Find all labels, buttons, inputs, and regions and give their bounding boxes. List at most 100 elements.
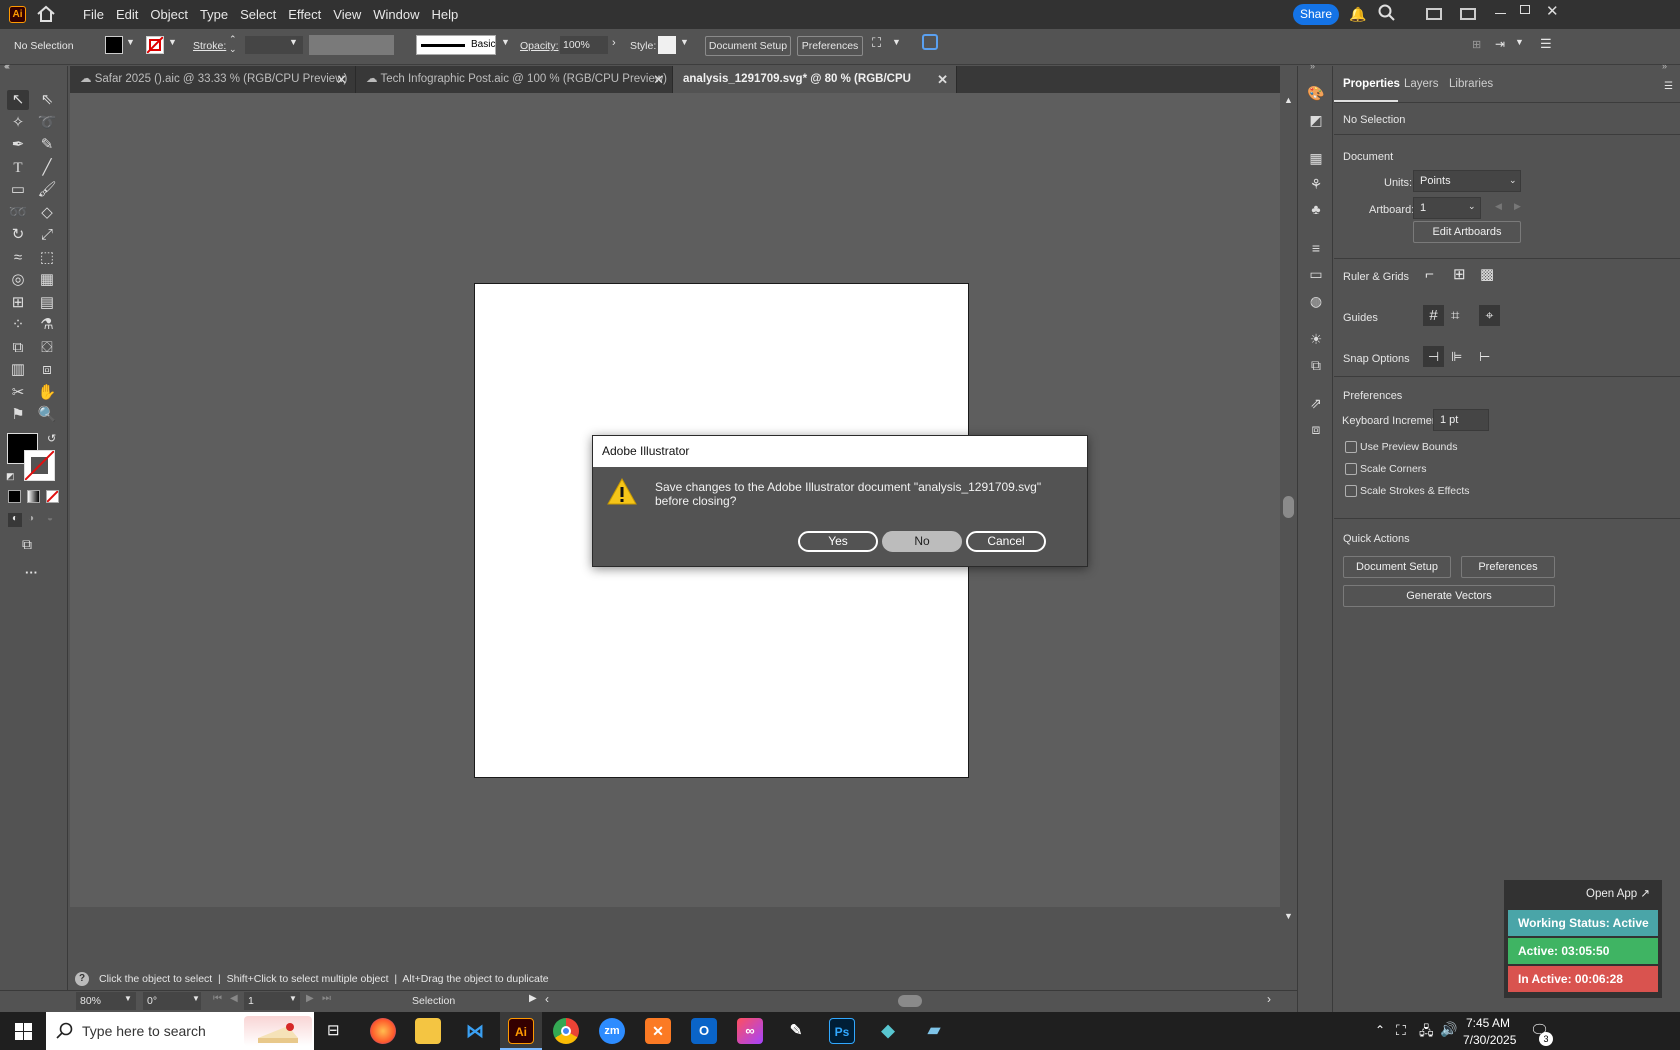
units-select[interactable]: Points xyxy=(1413,170,1521,192)
close-tab-icon[interactable]: ✕ xyxy=(336,66,347,93)
blend-tool-icon[interactable]: ⧉ xyxy=(7,338,29,358)
search-icon[interactable] xyxy=(1378,4,1396,25)
snap-to-pixel-icon[interactable]: ⊫ xyxy=(1451,346,1462,367)
last-artboard-icon[interactable]: ⏭ xyxy=(322,993,331,1004)
menu-edit[interactable]: Edit xyxy=(110,0,144,29)
pen-tool-icon[interactable]: ✒ xyxy=(7,135,29,155)
task-view-icon[interactable]: ⊟ xyxy=(327,1021,340,1039)
chevron-down-icon[interactable]: ▼ xyxy=(126,37,135,47)
chevron-down-icon[interactable]: ▼ xyxy=(680,37,689,47)
no-button[interactable]: No xyxy=(882,531,962,552)
symbol-sprayer-tool-icon[interactable]: ⁘ xyxy=(7,315,29,335)
taskbar-time[interactable]: 7:45 AM xyxy=(1466,1016,1510,1030)
horizontal-scroll-thumb[interactable] xyxy=(898,995,922,1007)
tab-tech-infographic[interactable]: ☁ Tech Infographic Post.aic @ 100 % (RGB… xyxy=(356,66,673,93)
generate-vectors-button[interactable]: Generate Vectors xyxy=(1343,585,1555,607)
artboards-panel-icon[interactable]: ⧈ xyxy=(1307,420,1325,438)
app-gem-icon[interactable]: ◆ xyxy=(875,1018,901,1044)
swatches-panel-icon[interactable]: ▦ xyxy=(1307,149,1325,167)
hand-tool-icon[interactable]: ✋ xyxy=(36,383,58,403)
gradient-tool-icon[interactable]: ▤ xyxy=(36,293,58,313)
tab-layers[interactable]: Layers xyxy=(1404,78,1439,90)
tray-app-icon[interactable]: ⛶ xyxy=(1396,1022,1406,1039)
chevron-down-icon[interactable]: ▼ xyxy=(289,37,298,47)
magic-wand-tool-icon[interactable]: ✧ xyxy=(7,113,29,133)
status-menu-icon[interactable]: ▶ xyxy=(529,993,537,1004)
collapse-panels-icon[interactable]: » xyxy=(1310,61,1315,71)
perspective-grid-tool-icon[interactable]: ▦ xyxy=(36,270,58,290)
minimize-window-icon[interactable] xyxy=(1495,13,1506,14)
menu-file[interactable]: File xyxy=(77,0,110,29)
photoshop-icon[interactable]: Ps xyxy=(829,1018,855,1044)
swap-colors-icon[interactable]: ↺ xyxy=(47,432,56,445)
live-paint-tool-icon[interactable]: ⛋ xyxy=(36,338,58,358)
ruler-icon[interactable]: ⌐ xyxy=(1425,266,1434,283)
opacity-input[interactable]: 100% xyxy=(560,36,608,54)
brushes-panel-icon[interactable]: ⚘ xyxy=(1307,175,1325,193)
color-mode-icon[interactable] xyxy=(8,490,21,503)
type-tool-icon[interactable]: T xyxy=(7,158,29,178)
document-setup-button[interactable]: Document Setup xyxy=(705,36,791,56)
panel-menu-icon[interactable]: ☰ xyxy=(1664,81,1673,92)
stroke-color-box[interactable] xyxy=(24,450,55,481)
brush-definition-select[interactable]: Basic xyxy=(416,35,496,55)
shaper-tool-icon[interactable]: ➿ xyxy=(7,203,29,223)
yes-button[interactable]: Yes xyxy=(798,531,878,552)
chevron-right-icon[interactable]: › xyxy=(612,37,616,49)
close-window-icon[interactable]: ✕ xyxy=(1546,2,1559,20)
snap-to-point-icon[interactable]: ⊣ xyxy=(1423,346,1444,367)
chevron-down-icon[interactable]: ⌄ xyxy=(1509,175,1517,186)
align-icon[interactable]: ⊞ xyxy=(1472,38,1481,51)
scroll-right-icon[interactable]: › xyxy=(1267,992,1271,1006)
tab-analysis-svg[interactable]: analysis_1291709.svg* @ 80 % (RGB/CPU Pr… xyxy=(673,66,957,112)
tab-safar-2025[interactable]: ☁ Safar 2025 ().aic @ 33.33 % (RGB/CPU P… xyxy=(70,66,356,93)
app-note-icon[interactable]: ▰ xyxy=(921,1018,947,1044)
scroll-down-icon[interactable]: ▼ xyxy=(1284,911,1293,921)
scale-corners-checkbox[interactable] xyxy=(1345,463,1357,475)
color-guide-icon[interactable]: ◩ xyxy=(1307,111,1325,129)
creative-cloud-icon[interactable]: ∞ xyxy=(737,1018,763,1044)
next-artboard-icon[interactable]: ▶ xyxy=(1514,201,1521,212)
draw-normal-icon[interactable]: ◐ xyxy=(8,513,22,527)
snap-to-glyph-icon[interactable]: ⊢ xyxy=(1479,346,1490,367)
windows-start-icon[interactable] xyxy=(15,1023,32,1043)
restore-window-icon[interactable] xyxy=(1520,5,1530,14)
width-tool-icon[interactable]: ≈ xyxy=(7,248,29,268)
taskbar-search-box[interactable]: Type here to search xyxy=(46,1012,314,1050)
qa-document-setup-button[interactable]: Document Setup xyxy=(1343,556,1451,578)
menu-effect[interactable]: Effect xyxy=(282,0,327,29)
arrange-documents-icon[interactable] xyxy=(1426,8,1442,20)
stroke-panel-icon[interactable]: ≡ xyxy=(1307,239,1325,257)
scroll-up-icon[interactable]: ▲ xyxy=(1284,95,1293,105)
edit-artboards-button[interactable]: Edit Artboards xyxy=(1413,221,1521,243)
zoom-app-icon[interactable]: zm xyxy=(599,1018,625,1044)
gradient-mode-icon[interactable] xyxy=(27,490,40,503)
illustrator-taskbar-icon[interactable]: Ai xyxy=(508,1018,534,1044)
transparency-grid-icon[interactable]: ▩ xyxy=(1480,265,1494,283)
tab-properties[interactable]: Properties xyxy=(1343,78,1400,90)
preferences-button[interactable]: Preferences xyxy=(797,36,863,56)
home-icon[interactable] xyxy=(36,5,56,23)
menu-object[interactable]: Object xyxy=(144,0,194,29)
rotate-tool-icon[interactable]: ↻ xyxy=(7,225,29,245)
chrome-icon[interactable] xyxy=(553,1018,579,1044)
previous-artboard-icon[interactable]: ◀ xyxy=(230,993,238,1004)
outlook-icon[interactable]: O xyxy=(691,1018,717,1044)
chevron-down-icon[interactable]: ▼ xyxy=(289,994,297,1003)
slice-tool-icon[interactable]: ✂ xyxy=(7,383,29,403)
keyboard-increment-input[interactable]: 1 pt xyxy=(1433,409,1489,431)
gradient-panel-icon[interactable]: ▭ xyxy=(1307,265,1325,283)
appearance-panel-icon[interactable]: ☀ xyxy=(1307,330,1325,348)
grid-icon[interactable]: ⊞ xyxy=(1453,265,1466,283)
direct-selection-tool-icon[interactable]: ⇖ xyxy=(36,90,58,110)
use-preview-bounds-checkbox[interactable] xyxy=(1345,441,1357,453)
chevron-down-icon[interactable]: ▼ xyxy=(501,37,510,47)
lasso-tool-icon[interactable]: ➰ xyxy=(36,113,58,133)
qa-preferences-button[interactable]: Preferences xyxy=(1461,556,1555,578)
chevron-down-icon[interactable]: ▼ xyxy=(1515,37,1524,47)
opacity-label[interactable]: Opacity: xyxy=(520,40,559,52)
lock-guides-icon[interactable]: ⌗ xyxy=(1451,305,1459,326)
select-similar-icon[interactable]: ⛶ xyxy=(872,35,881,51)
share-button[interactable]: Share xyxy=(1293,4,1339,25)
stroke-stepper-icon[interactable]: ⌃ ⌄ xyxy=(229,34,237,54)
